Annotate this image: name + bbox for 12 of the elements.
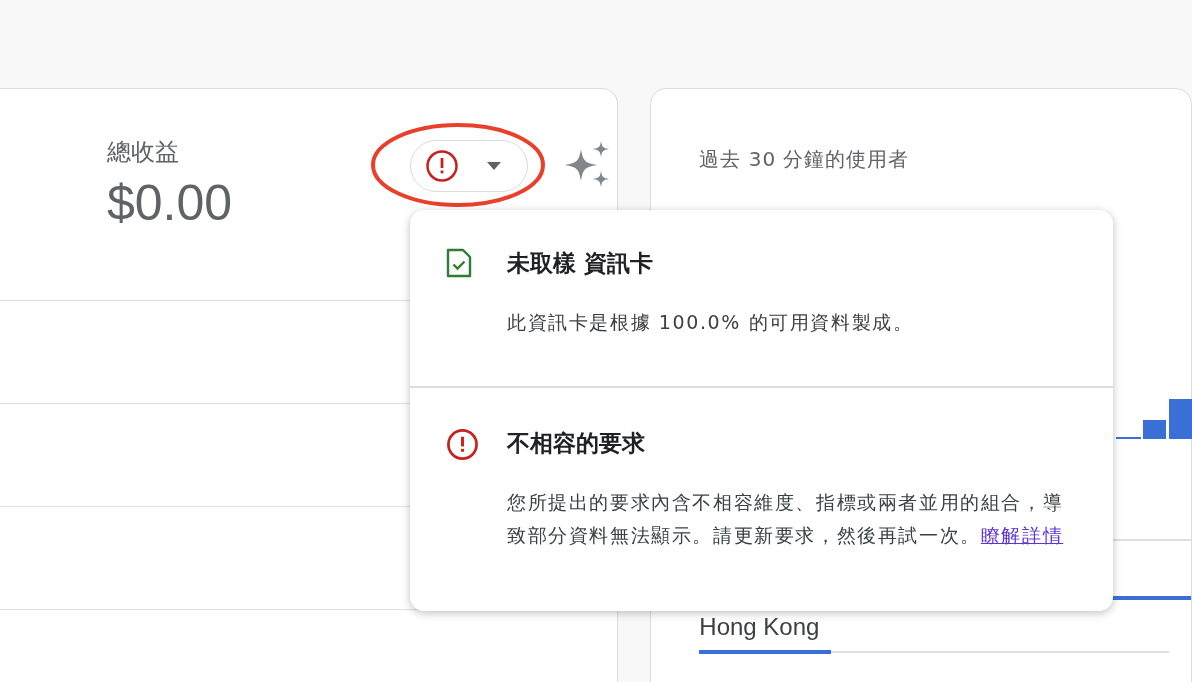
card-title: 過去 30 分鐘的使用者 (699, 146, 911, 173)
popover-heading: 未取樣 資訊卡 (507, 249, 654, 278)
error-icon (425, 149, 459, 183)
learn-more-link[interactable]: 瞭解詳情 (980, 524, 1064, 546)
card-title: 總收益 (107, 137, 180, 168)
country-name: Hong Kong (699, 613, 821, 641)
status-dropdown[interactable] (410, 140, 528, 192)
popover-message: 您所提出的要求內含不相容維度、指標或兩者並用的組合，導致部分資料無法顯示。請更新要求，然後再試一次。瞭解詳情 (507, 490, 1065, 548)
popover-heading: 不相容的要求 (507, 429, 646, 458)
popover-message: 此資訊卡是根據 100.0% 的可用資料製成。 (507, 310, 915, 335)
caret-icon (487, 162, 501, 170)
revenue-value: $0.00 (107, 174, 234, 232)
